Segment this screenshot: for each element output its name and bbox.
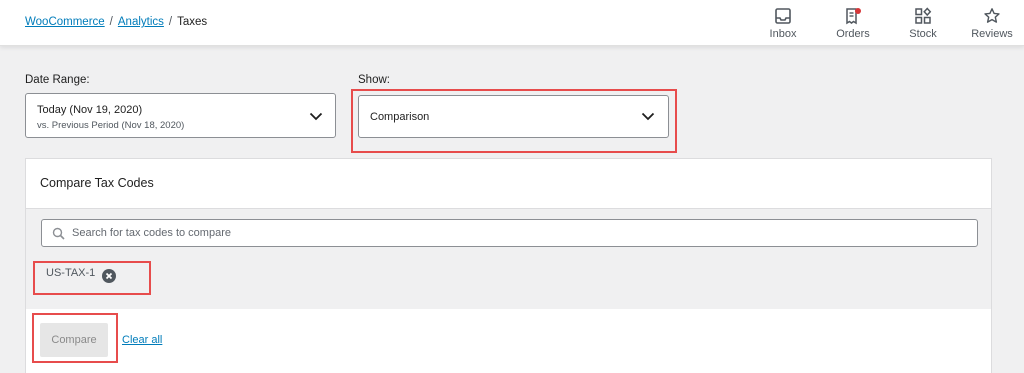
star-icon: [984, 8, 1000, 23]
breadcrumb-woocommerce-link[interactable]: WooCommerce: [25, 16, 105, 28]
search-icon: [52, 227, 65, 240]
selected-tag-label: US-TAX-1: [46, 267, 96, 279]
inbox-icon: [775, 8, 791, 24]
breadcrumb: WooCommerce / Analytics / Taxes: [25, 16, 207, 28]
date-range-primary: Today (Nov 19, 2020): [37, 104, 143, 116]
panel-header: Compare Tax Codes: [26, 159, 991, 209]
breadcrumb-analytics-link[interactable]: Analytics: [118, 16, 164, 28]
orders-badge-dot: [855, 8, 861, 14]
activity-reviews-label: Reviews: [971, 28, 1013, 40]
stock-icon: [915, 7, 932, 24]
compare-tax-codes-panel: Compare Tax Codes US-TAX-1 Compare Clear…: [25, 158, 992, 373]
remove-tag-icon[interactable]: [102, 269, 116, 283]
date-range-dropdown[interactable]: Today (Nov 19, 2020) vs. Previous Period…: [25, 93, 336, 138]
date-range-label: Date Range:: [25, 74, 90, 86]
activity-orders-tab[interactable]: Orders: [823, 0, 883, 46]
selected-tag: US-TAX-1: [46, 267, 116, 285]
panel-footer: Compare Clear all: [26, 309, 991, 373]
show-dropdown[interactable]: Comparison: [358, 95, 669, 138]
panel-title: Compare Tax Codes: [40, 176, 154, 190]
chevron-down-icon: [309, 112, 323, 121]
show-value: Comparison: [370, 111, 430, 123]
header-bar: WooCommerce / Analytics / Taxes Inbox Orders…: [0, 0, 1024, 46]
activity-stock-label: Stock: [909, 28, 937, 40]
breadcrumb-separator: /: [168, 16, 173, 28]
compare-button[interactable]: Compare: [40, 323, 108, 357]
activity-stock-tab[interactable]: Stock: [893, 0, 953, 46]
show-label: Show:: [358, 74, 390, 86]
activity-inbox-label: Inbox: [769, 28, 797, 40]
panel-body: US-TAX-1: [26, 209, 991, 309]
activity-inbox-tab[interactable]: Inbox: [753, 0, 813, 46]
activity-reviews-tab[interactable]: Reviews: [962, 0, 1022, 46]
breadcrumb-current: Taxes: [177, 16, 208, 28]
date-range-secondary: vs. Previous Period (Nov 18, 2020): [37, 120, 185, 131]
tax-code-search-field[interactable]: [41, 219, 978, 247]
activity-orders-label: Orders: [836, 28, 870, 40]
chevron-down-icon: [641, 112, 655, 121]
breadcrumb-separator: /: [109, 16, 113, 28]
orders-icon: [846, 8, 861, 25]
tax-code-search-input[interactable]: [72, 224, 962, 242]
clear-all-link[interactable]: Clear all: [122, 334, 162, 346]
